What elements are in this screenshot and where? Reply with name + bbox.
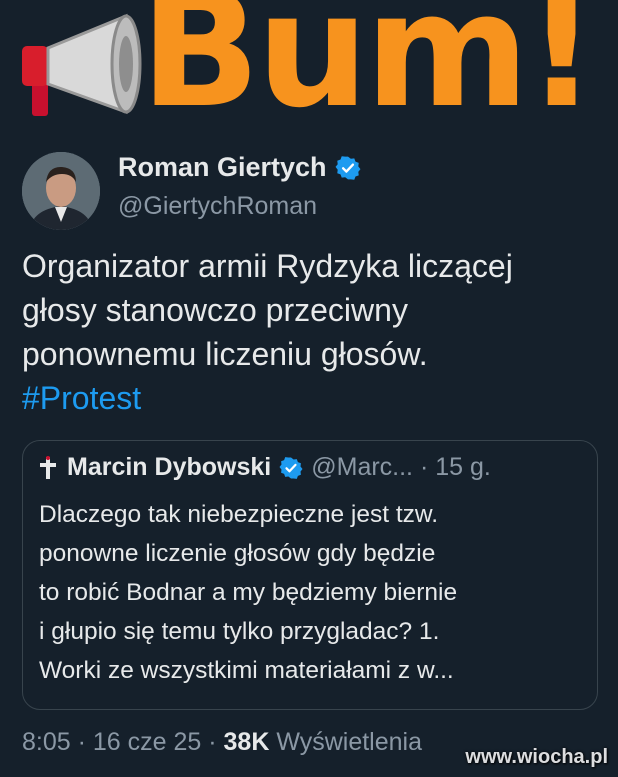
banner-headline: Bum! xyxy=(140,0,598,143)
tweet-line: głosy stanowczo przeciwny xyxy=(22,292,408,328)
quoted-line: i głupio się temu tylko przygladac? 1. xyxy=(39,618,440,645)
quoted-author-avatar-icon xyxy=(40,455,56,479)
tweet-timestamp[interactable]: 8:05 · 16 cze 25 · xyxy=(22,728,224,756)
quoted-tweet-text: Dlaczego tak niebezpieczne jest tzw. pon… xyxy=(39,495,587,690)
hashtag-link[interactable]: #Protest xyxy=(22,376,602,420)
verified-badge-icon xyxy=(279,456,303,479)
banner: Bum! xyxy=(0,0,618,150)
watermark: www.wiocha.pl xyxy=(465,746,608,768)
verified-badge-icon xyxy=(335,155,361,180)
view-count: 38K xyxy=(223,728,270,756)
quoted-line: ponowne liczenie głosów gdy będzie xyxy=(39,540,436,567)
author-handle[interactable]: @GiertychRoman xyxy=(118,192,317,221)
megaphone-icon xyxy=(22,13,142,116)
quoted-line: to robić Bodnar a my będziemy biernie xyxy=(39,579,458,606)
avatar[interactable] xyxy=(22,152,100,230)
quoted-line: Worki ze wszystkimi materiałami z w... xyxy=(39,657,454,684)
quoted-tweet-card[interactable]: Marcin Dybowski @Marc... · 15 g. Dlaczeg… xyxy=(22,440,598,710)
author-name-row[interactable]: Roman Giertych xyxy=(118,152,361,183)
quoted-handle-time: @Marc... · 15 g. xyxy=(311,453,491,481)
avatar-photo xyxy=(22,152,100,230)
author-name[interactable]: Roman Giertych xyxy=(118,152,327,183)
views-label: Wyświetlenia xyxy=(269,728,422,756)
tweet-text: Organizator armii Rydzyka liczącej głosy… xyxy=(22,244,602,420)
quoted-tweet-header: Marcin Dybowski @Marc... · 15 g. xyxy=(37,453,491,482)
tweet-line: Organizator armii Rydzyka liczącej xyxy=(22,248,513,284)
tweet-line: ponownemu liczeniu głosów. xyxy=(22,336,428,372)
tweet-footer: 8:05 · 16 cze 25 · 38K Wyświetlenia xyxy=(22,728,422,757)
quoted-line: Dlaczego tak niebezpieczne jest tzw. xyxy=(39,501,439,528)
quoted-author-name[interactable]: Marcin Dybowski xyxy=(67,453,271,482)
